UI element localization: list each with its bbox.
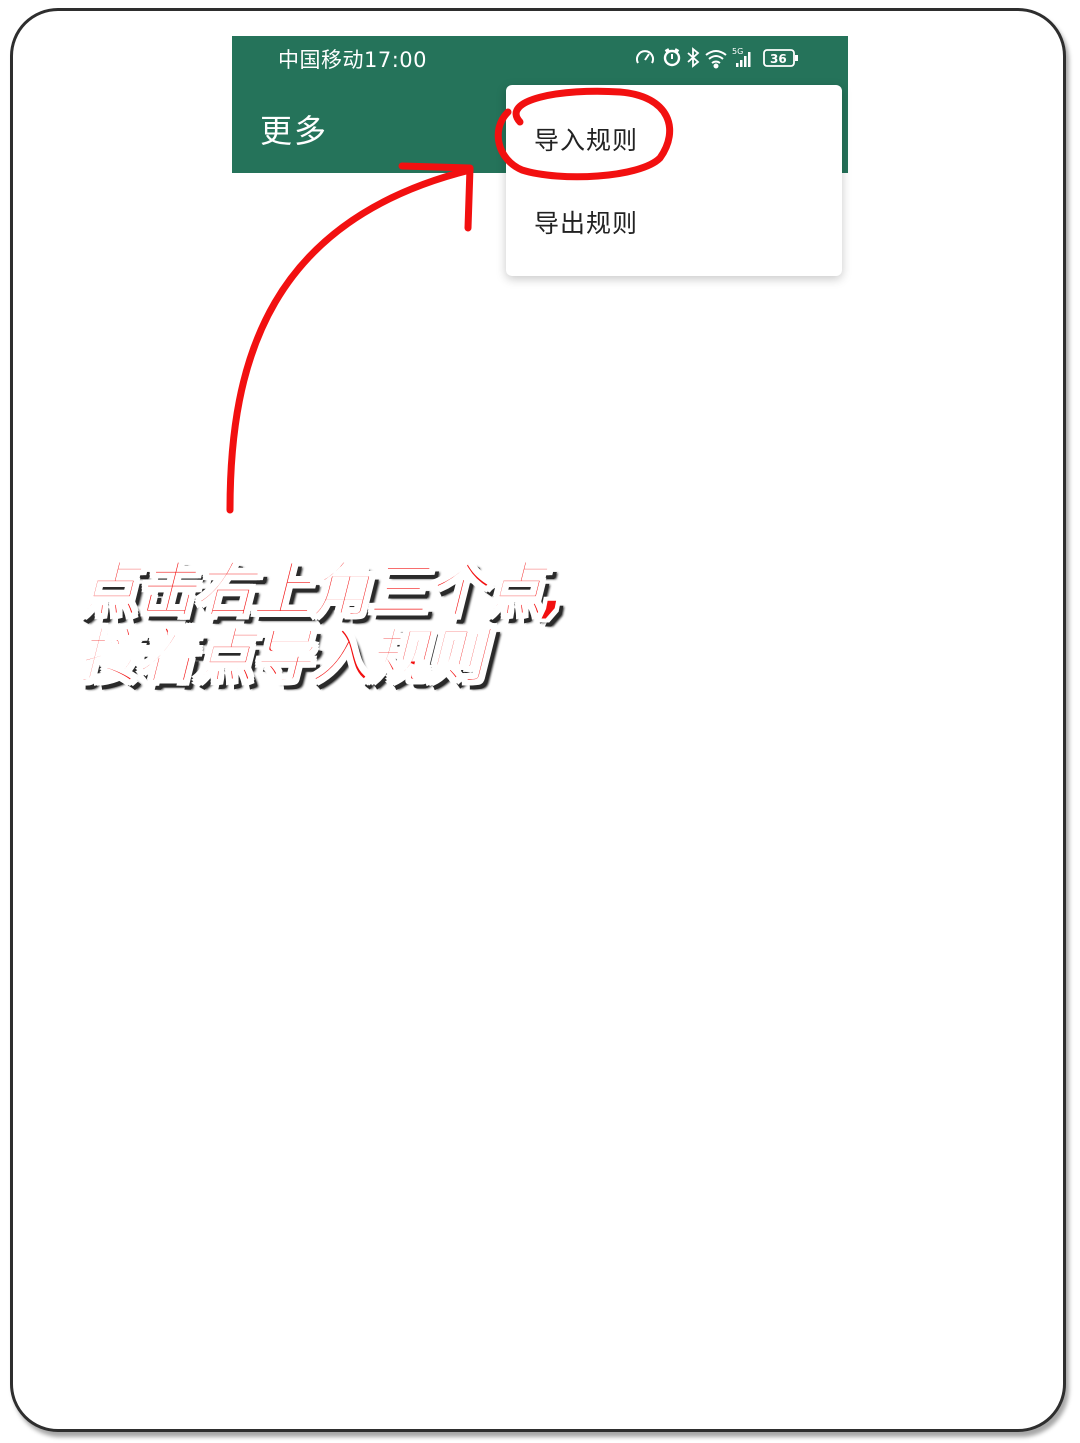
- status-icons: 5G 36: [636, 46, 816, 70]
- battery-icon: 36: [763, 49, 798, 67]
- status-icons-svg: 5G 36: [636, 47, 798, 69]
- wifi-icon: [705, 50, 727, 69]
- battery-level: 36: [770, 52, 787, 66]
- phone-screen: 中国移动17:00 5G 36 更多 导入规则 导出规则: [232, 36, 848, 286]
- caption-line-2: 接着点导入规则: [77, 622, 487, 692]
- alarm-icon: [663, 48, 681, 67]
- network-type: 5G: [732, 47, 743, 56]
- menu-item-label: 导出规则: [534, 209, 639, 238]
- menu-item-import-rules[interactable]: 导入规则: [506, 99, 842, 179]
- menu-item-export-rules[interactable]: 导出规则: [506, 182, 842, 262]
- clock: 17:00: [364, 48, 428, 72]
- carrier-name: 中国移动: [278, 48, 364, 72]
- status-carrier-time: 中国移动17:00: [278, 44, 427, 74]
- bluetooth-icon: [687, 47, 700, 68]
- annotation-caption: 点击右上角三个点, 接着点导入规则: [77, 556, 578, 692]
- menu-item-label: 导入规则: [534, 126, 639, 155]
- overflow-menu: 导入规则 导出规则: [506, 85, 842, 276]
- signal-icon: 5G: [732, 47, 751, 67]
- status-bar: 中国移动17:00 5G 36: [232, 36, 848, 80]
- speed-icon: [636, 50, 654, 64]
- caption-line-1: 点击右上角三个点,: [77, 556, 566, 626]
- page-title: 更多: [260, 112, 329, 150]
